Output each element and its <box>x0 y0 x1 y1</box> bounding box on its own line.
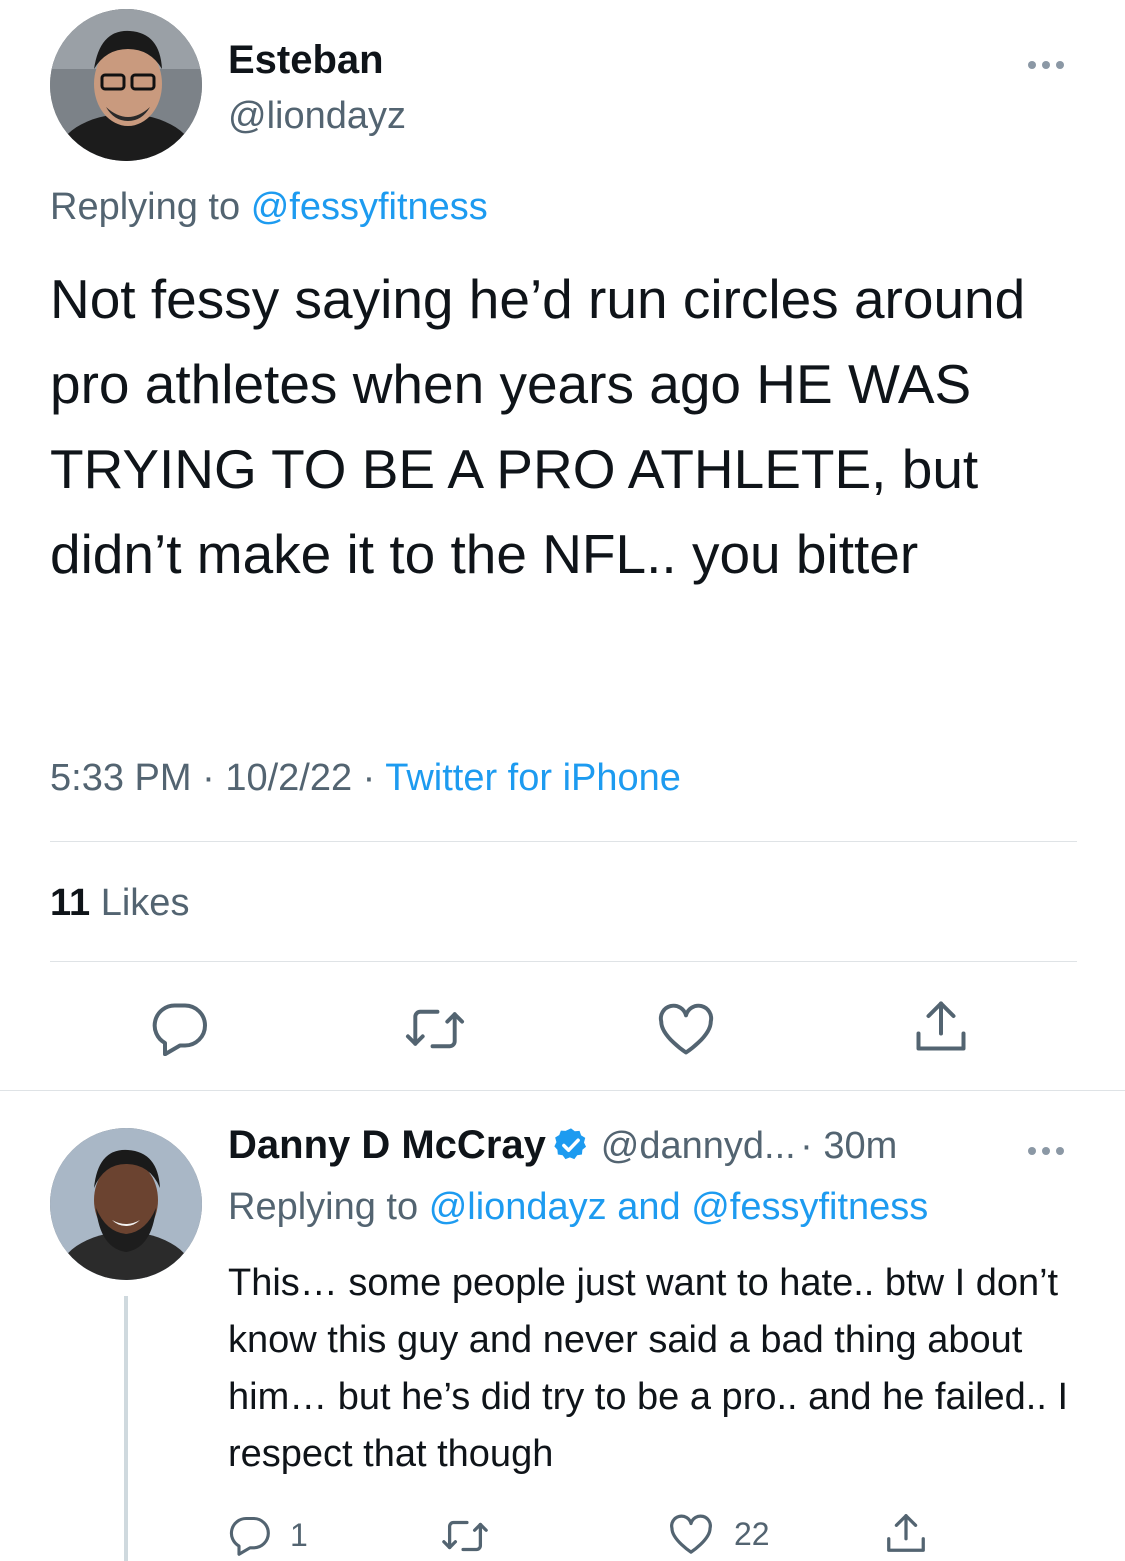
like-icon <box>668 1514 714 1554</box>
replying-to: Replying to @fessyfitness <box>50 186 488 229</box>
share-icon[interactable] <box>912 996 970 1056</box>
replying-prefix: Replying to <box>228 1186 419 1228</box>
replying-prefix: Replying to <box>50 186 241 228</box>
reply-header: Danny D McCray @dannyd... · 30m <box>228 1123 897 1169</box>
author-handle[interactable]: @liondayz <box>228 95 406 138</box>
verified-icon <box>552 1126 590 1169</box>
retweet-icon[interactable] <box>403 1003 467 1055</box>
likes-count: 11 <box>50 882 91 924</box>
reply-author-name[interactable]: Danny D McCray <box>228 1123 546 1167</box>
tweet-source[interactable]: Twitter for iPhone <box>385 757 681 799</box>
share-icon[interactable] <box>884 1510 928 1556</box>
reply-author-handle[interactable]: @dannyd... <box>601 1125 796 1167</box>
reply-action-reply[interactable]: 1 <box>228 1514 308 1556</box>
likes-label: Likes <box>100 882 190 924</box>
tweet-text: Not fessy saying he’d run circles around… <box>50 268 1026 585</box>
like-count: 22 <box>734 1515 770 1552</box>
reply-count: 1 <box>290 1516 308 1553</box>
retweet-icon[interactable] <box>440 1516 490 1556</box>
tweet-time[interactable]: 5:33 PM <box>50 757 192 799</box>
reply-action-like[interactable]: 22 <box>668 1514 770 1554</box>
likes-summary[interactable]: 11 Likes <box>50 882 189 925</box>
divider <box>50 961 1077 962</box>
replying-to-link[interactable]: @fessyfitness <box>251 186 488 228</box>
meta-separator: · <box>362 757 376 799</box>
tweet-date[interactable]: 10/2/22 <box>225 757 352 799</box>
thread-line <box>124 1296 128 1561</box>
like-icon[interactable] <box>656 1003 716 1055</box>
tweet-meta: 5:33 PM · 10/2/22 · Twitter for iPhone <box>50 757 681 800</box>
author-avatar[interactable] <box>50 9 202 161</box>
more-icon[interactable] <box>1025 56 1067 74</box>
divider <box>50 841 1077 842</box>
replying-to-link[interactable]: @liondayz and @fessyfitness <box>429 1186 929 1228</box>
reply-icon <box>228 1514 272 1556</box>
meta-separator: · <box>202 757 215 799</box>
reply-author-avatar[interactable] <box>50 1128 202 1280</box>
author-name[interactable]: Esteban <box>228 38 384 83</box>
divider <box>0 1090 1125 1091</box>
more-icon[interactable] <box>1025 1142 1067 1160</box>
reply-icon[interactable] <box>150 1000 210 1056</box>
reply-text: This… some people just want to hate.. bt… <box>228 1262 1069 1475</box>
reply-replying-to: Replying to @liondayz and @fessyfitness <box>228 1186 928 1229</box>
reply-age[interactable]: · 30m <box>800 1125 897 1167</box>
